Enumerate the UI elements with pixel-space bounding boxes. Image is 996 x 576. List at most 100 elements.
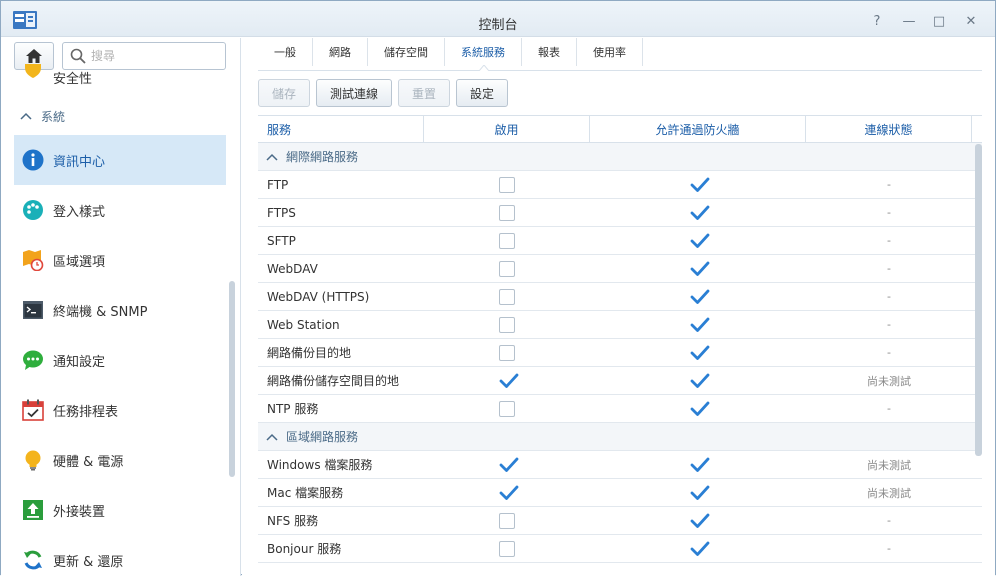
save-button[interactable]: 儲存	[258, 79, 311, 107]
enable-checkbox[interactable]	[499, 316, 515, 333]
service-name: FTP	[267, 177, 289, 192]
tab-4[interactable]: 報表	[522, 38, 577, 66]
title-bar[interactable]: 控制台 ? — □ ✕	[1, 1, 995, 37]
sidebar-item-security[interactable]: 安全性	[14, 54, 226, 98]
firewall-checkbox[interactable]	[690, 345, 710, 361]
settings-button[interactable]: 設定	[456, 79, 509, 107]
firewall-checkbox[interactable]	[690, 485, 710, 501]
firewall-checkbox[interactable]	[690, 401, 710, 417]
table-row[interactable]: WebDAV (HTTPS) -	[258, 283, 982, 311]
sidebar-item-label: 安全性	[53, 72, 93, 87]
connection-status: -	[887, 542, 891, 555]
sidebar-item-calendar[interactable]: 任務排程表	[14, 385, 226, 435]
tab-1[interactable]: 網路	[313, 38, 368, 66]
sidebar-item-info[interactable]: 資訊中心	[14, 135, 226, 185]
service-name: 網路備份目的地	[267, 346, 352, 360]
firewall-checkbox[interactable]	[690, 205, 710, 221]
enable-checkbox[interactable]	[499, 540, 515, 557]
connection-status: -	[887, 206, 891, 219]
maximize-button[interactable]: □	[931, 13, 947, 29]
reset-button[interactable]: 重置	[398, 79, 451, 107]
sidebar-item-label: 通知設定	[53, 354, 106, 370]
group-label: 網際網路服務	[286, 150, 359, 164]
enable-checkbox[interactable]	[499, 457, 519, 473]
sidebar-item-palette[interactable]: 登入樣式	[14, 185, 226, 235]
table-row[interactable]: Windows 檔案服務 尚未測試	[258, 451, 982, 479]
firewall-checkbox[interactable]	[690, 317, 710, 333]
column-header[interactable]: 啟用	[424, 116, 590, 143]
column-header[interactable]: 服務	[258, 116, 424, 143]
enable-checkbox[interactable]	[499, 204, 515, 221]
tab-2[interactable]: 儲存空間	[368, 38, 445, 66]
enable-checkbox[interactable]	[499, 260, 515, 277]
sidebar-scrollbar[interactable]	[229, 281, 235, 477]
table-row[interactable]: FTP -	[258, 171, 982, 199]
tab-3[interactable]: 系統服務	[445, 38, 522, 66]
tab-5[interactable]: 使用率	[577, 38, 643, 66]
help-button[interactable]: ?	[869, 13, 885, 29]
firewall-checkbox[interactable]	[690, 289, 710, 305]
table-row[interactable]: WebDAV -	[258, 255, 982, 283]
close-button[interactable]: ✕	[963, 13, 979, 29]
chevron-up-icon	[20, 112, 32, 120]
table-row[interactable]: SFTP -	[258, 227, 982, 255]
firewall-checkbox[interactable]	[690, 261, 710, 277]
enable-checkbox[interactable]	[499, 512, 515, 529]
enable-checkbox[interactable]	[499, 485, 519, 501]
table-row[interactable]: 網路備份儲存空間目的地 尚未測試	[258, 367, 982, 395]
firewall-checkbox[interactable]	[690, 513, 710, 529]
sidebar-item-chat[interactable]: 通知設定	[14, 335, 226, 385]
sidebar-item-refresh[interactable]: 更新 & 還原	[14, 535, 226, 576]
group-row[interactable]: 區域網路服務	[258, 423, 982, 451]
sidebar-item-lightbulb[interactable]: 硬體 & 電源	[14, 435, 226, 485]
test-connection-button[interactable]: 測試連線	[316, 79, 393, 107]
enable-checkbox[interactable]	[499, 344, 515, 361]
section-label: 系統	[41, 109, 66, 124]
sidebar-item-label: 外接裝置	[53, 504, 106, 520]
table-row[interactable]: 網路備份目的地 -	[258, 339, 982, 367]
service-name: SFTP	[267, 233, 296, 248]
main-panel: 一般 網路 儲存空間 系統服務 報表 使用率 儲存 測試連線 重置 設定 服務 啟用 允許通過…	[242, 38, 995, 576]
sidebar-item-label: 硬體 & 電源	[53, 454, 124, 470]
control-panel-window: 控制台 ? — □ ✕ 安全性 系統	[0, 0, 996, 576]
service-name: WebDAV	[267, 261, 318, 276]
connection-status: -	[887, 514, 891, 527]
sidebar: 安全性 系統 資訊中心登入樣式區域選項終端機 & SNMP 通知設定任務排程表硬體…	[1, 38, 241, 576]
enable-checkbox[interactable]	[499, 373, 519, 389]
column-header[interactable]: 允許通過防火牆	[590, 116, 806, 143]
firewall-checkbox[interactable]	[690, 373, 710, 389]
enable-checkbox[interactable]	[499, 176, 515, 193]
enable-checkbox[interactable]	[499, 400, 515, 417]
refresh-icon	[22, 549, 44, 571]
tab-divider	[258, 70, 982, 71]
grid-header: 服務 啟用 允許通過防火牆 連線狀態	[258, 115, 982, 143]
table-row[interactable]: Bonjour 服務 -	[258, 535, 982, 563]
table-row[interactable]: Mac 檔案服務 尚未測試	[258, 479, 982, 507]
service-name: NTP 服務	[267, 402, 319, 416]
firewall-checkbox[interactable]	[690, 457, 710, 473]
table-row[interactable]: FTPS -	[258, 199, 982, 227]
sidebar-item-map-clock[interactable]: 區域選項	[14, 235, 226, 285]
column-header[interactable]: 連線狀態	[806, 116, 972, 143]
enable-checkbox[interactable]	[499, 288, 515, 305]
minimize-icon: —	[902, 13, 916, 29]
grid-scrollbar[interactable]	[975, 144, 982, 456]
table-row[interactable]: Web Station -	[258, 311, 982, 339]
firewall-checkbox[interactable]	[690, 177, 710, 193]
firewall-checkbox[interactable]	[690, 233, 710, 249]
firewall-checkbox[interactable]	[690, 541, 710, 557]
sidebar-item-label: 終端機 & SNMP	[53, 304, 148, 320]
tab-0[interactable]: 一般	[258, 38, 313, 66]
chevron-up-icon	[266, 153, 278, 161]
service-name: Mac 檔案服務	[267, 486, 344, 500]
table-row[interactable]: NTP 服務 -	[258, 395, 982, 423]
section-system-header[interactable]: 系統	[14, 108, 65, 124]
chevron-up-icon	[266, 433, 278, 441]
table-row[interactable]: NFS 服務 -	[258, 507, 982, 535]
sidebar-item-external-device[interactable]: 外接裝置	[14, 485, 226, 535]
sidebar-item-terminal[interactable]: 終端機 & SNMP	[14, 285, 226, 335]
group-row[interactable]: 網際網路服務	[258, 143, 982, 171]
info-icon	[22, 149, 44, 171]
enable-checkbox[interactable]	[499, 232, 515, 249]
minimize-button[interactable]: —	[901, 13, 917, 29]
